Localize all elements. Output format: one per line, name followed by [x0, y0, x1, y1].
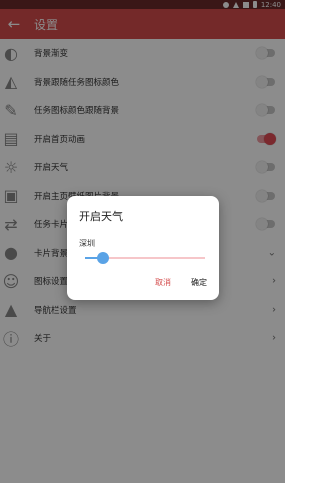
city-label: 深圳	[79, 239, 95, 248]
cancel-button[interactable]: 取消	[155, 277, 171, 288]
slider-thumb[interactable]	[97, 252, 109, 264]
city-slider[interactable]	[85, 252, 205, 264]
ok-button[interactable]: 确定	[191, 277, 207, 288]
dialog-title: 开启天气	[79, 210, 123, 223]
weather-dialog: 开启天气 深圳 取消 确定	[67, 196, 219, 300]
